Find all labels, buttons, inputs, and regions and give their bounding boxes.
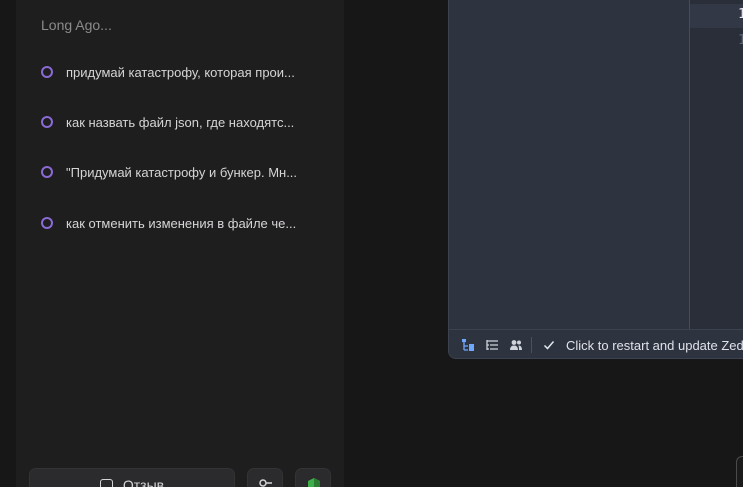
chat-dot-icon [41,217,53,229]
chat-history-label: как назвать файл json, где находятс... [66,114,295,130]
chat-history-item[interactable]: как отменить изменения в файле че... [41,212,336,234]
feedback-label: Отзыв [122,477,165,487]
settings-button[interactable] [247,468,283,487]
chat-history-label: придумай катастрофу, которая прои... [66,64,295,80]
chat-history-item[interactable]: придумай катастрофу, которая прои... [41,61,336,83]
collab-icon[interactable] [509,338,523,352]
project-panel-icon[interactable] [461,338,475,352]
status-separator [531,337,532,353]
shield-icon [308,478,320,487]
outline-icon[interactable] [485,338,499,352]
chat-history-panel: Long Ago... придумай катастрофу, которая… [16,0,344,487]
editor-window: 1 1 [448,0,743,359]
line-number: 1 [738,7,743,22]
feedback-button[interactable]: Отзыв [29,468,235,487]
chat-bubble-icon [99,479,113,487]
settings-sliders-icon [259,479,272,487]
section-heading: Long Ago... [41,17,112,33]
active-line-highlight [690,4,743,28]
update-notification[interactable]: Click to restart and update Zed [566,338,743,353]
partial-panel-edge[interactable] [736,456,743,487]
chat-history-item[interactable]: "Придумай катастрофу и бункер. Мн... [41,161,336,183]
chat-history-label: "Придумай катастрофу и бункер. Мн... [66,164,298,180]
app-window: Long Ago... придумай катастрофу, которая… [0,0,743,487]
code-pane[interactable]: 1 1 [690,0,743,329]
chat-dot-icon [41,66,53,78]
status-bar: Click to restart and update Zed [449,329,743,358]
check-icon [543,341,555,350]
chat-history-label: как отменить изменения в файле че... [66,215,297,231]
line-number: 1 [738,33,743,48]
chat-dot-icon [41,166,53,178]
chat-history-item[interactable]: как назвать файл json, где находятс... [41,111,336,133]
shield-button[interactable] [295,468,331,487]
chat-dot-icon [41,116,53,128]
